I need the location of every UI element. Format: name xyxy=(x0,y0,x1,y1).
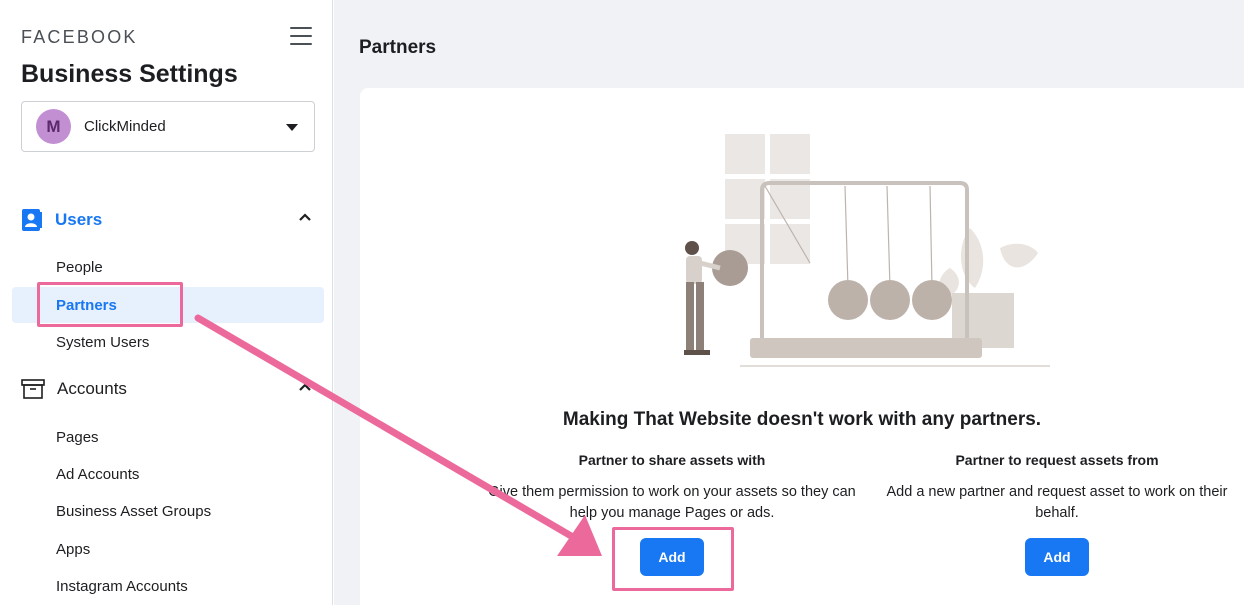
request-assets-heading: Partner to request assets from xyxy=(955,452,1159,468)
share-assets-heading: Partner to share assets with xyxy=(578,452,766,468)
sidebar-section-label: Users xyxy=(55,210,103,229)
sidebar-item-instagram-accounts[interactable]: Instagram Accounts xyxy=(56,578,188,595)
sidebar-item-pages[interactable]: Pages xyxy=(56,429,99,446)
share-assets-column: Partner to share assets with Give them p… xyxy=(487,452,857,524)
users-icon xyxy=(22,209,42,231)
sidebar-item-people[interactable]: People xyxy=(56,259,103,276)
caret-down-icon xyxy=(286,124,298,131)
brand-logo: FACEBOOK xyxy=(21,27,138,47)
main-content: Partners Making That Website doesn't wor… xyxy=(334,0,1244,605)
sidebar-item-ad-accounts[interactable]: Ad Accounts xyxy=(56,466,139,483)
sidebar: FACEBOOK Business Settings M ClickMinded… xyxy=(0,0,333,605)
newtons-cradle-illustration xyxy=(684,134,1050,367)
empty-state-card: Making That Website doesn't work with an… xyxy=(360,88,1244,605)
account-name: ClickMinded xyxy=(84,118,166,135)
hamburger-menu-icon[interactable] xyxy=(290,27,312,47)
avatar: M xyxy=(36,109,71,144)
add-partner-request-button[interactable]: Add xyxy=(1025,538,1089,576)
page-title: Partners xyxy=(359,37,437,58)
accounts-icon xyxy=(21,379,45,399)
share-assets-description: Give them permission to work on your ass… xyxy=(488,484,856,521)
request-assets-description: Add a new partner and request asset to w… xyxy=(886,484,1228,521)
request-assets-column: Partner to request assets from Add a new… xyxy=(872,452,1242,524)
sidebar-item-apps[interactable]: Apps xyxy=(56,541,90,558)
sidebar-item-partners[interactable]: Partners xyxy=(56,297,117,314)
business-settings-title: Business Settings xyxy=(21,60,238,88)
chevron-up-icon[interactable] xyxy=(299,213,311,221)
sidebar-section-label: Accounts xyxy=(57,379,127,398)
sidebar-item-business-asset-groups[interactable]: Business Asset Groups xyxy=(56,503,211,520)
sidebar-section-accounts[interactable]: Accounts xyxy=(21,378,311,400)
sidebar-item-system-users[interactable]: System Users xyxy=(56,334,149,351)
business-account-selector[interactable]: M ClickMinded xyxy=(21,101,315,152)
chevron-up-icon[interactable] xyxy=(299,383,311,391)
add-partner-share-button[interactable]: Add xyxy=(640,538,704,576)
sidebar-section-users[interactable]: Users xyxy=(21,208,311,232)
empty-state-title: Making That Website doesn't work with an… xyxy=(562,409,1042,430)
